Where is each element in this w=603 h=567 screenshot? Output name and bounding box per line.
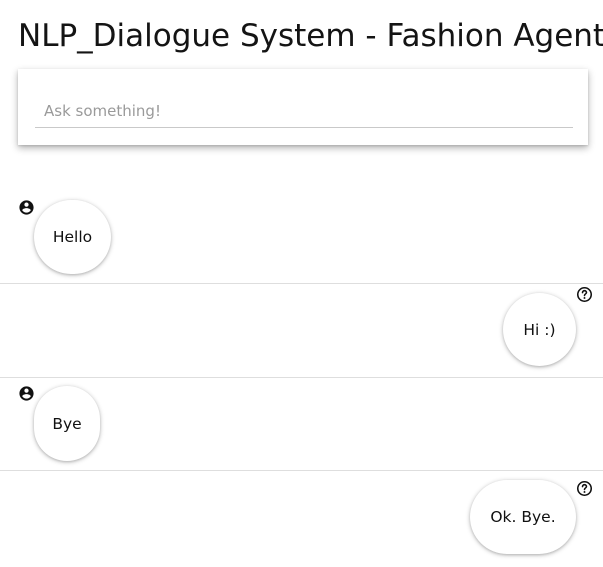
message-row: Hello bbox=[0, 190, 603, 284]
message-row: Bye bbox=[0, 378, 603, 471]
search-card bbox=[18, 69, 588, 145]
help-icon bbox=[576, 480, 593, 497]
message-row: Ok. Bye. bbox=[0, 471, 603, 567]
message-bubble-user: Hello bbox=[34, 200, 111, 274]
message-bubble-agent: Hi :) bbox=[503, 293, 576, 366]
user-icon bbox=[18, 385, 35, 402]
page-title: NLP_Dialogue System - Fashion Agent bbox=[18, 18, 603, 54]
message-bubble-user: Bye bbox=[34, 386, 100, 461]
message-text: Bye bbox=[52, 414, 82, 433]
chat-list: Hello Hi :) Bye Ok. Bye. bbox=[0, 190, 603, 567]
help-icon bbox=[576, 286, 593, 303]
user-icon bbox=[18, 199, 35, 216]
search-input[interactable] bbox=[35, 95, 573, 128]
message-text: Ok. Bye. bbox=[490, 508, 556, 526]
message-bubble-agent: Ok. Bye. bbox=[470, 480, 576, 554]
message-row: Hi :) bbox=[0, 284, 603, 378]
message-text: Hi :) bbox=[523, 320, 556, 339]
message-text: Hello bbox=[52, 228, 93, 246]
